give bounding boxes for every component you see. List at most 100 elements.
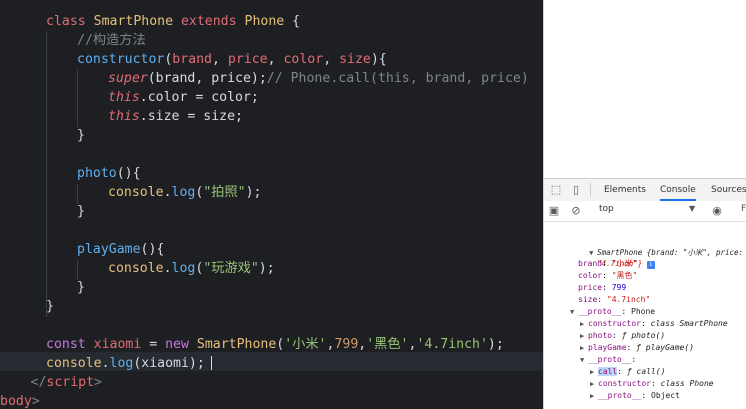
code-token: </ [30, 375, 47, 390]
caret-down-icon[interactable]: ▼ [570, 306, 578, 318]
code-line[interactable]: } [77, 126, 85, 145]
prop-proto[interactable]: ▼ __proto__: Phone [570, 306, 655, 318]
code-token: , [267, 52, 284, 67]
code-token: xiaomi [93, 337, 150, 352]
device-toolbar-icon[interactable]: ▯ [569, 183, 583, 197]
prop-key: __proto__ [578, 307, 622, 316]
live-expression-icon[interactable]: ◉ [710, 204, 724, 218]
code-token: SmartPhone [93, 14, 181, 29]
code-token: '小米' [284, 337, 327, 352]
tab-sources[interactable]: Sources [711, 179, 746, 201]
code-line[interactable]: photo(){ [77, 164, 141, 183]
prop-price: price: 799 [578, 283, 627, 292]
code-token: (){ [140, 242, 165, 257]
prop-constructor-phone[interactable]: ▶ constructor: class Phone [590, 378, 714, 390]
code-token: = [149, 337, 166, 352]
code-line[interactable]: console.log("玩游戏"); [108, 259, 275, 278]
code-line[interactable]: this.size = size; [108, 107, 243, 126]
code-token: const [46, 337, 94, 352]
code-token: photo [77, 166, 117, 181]
caret-right-icon[interactable]: ▶ [580, 330, 588, 342]
prop-key: constructor [588, 319, 641, 328]
caret-right-icon[interactable]: ▶ [590, 378, 598, 390]
code-token: > [94, 375, 102, 390]
prop-value: ƒ photo() [621, 331, 666, 340]
code-line[interactable]: console.log("拍照"); [108, 183, 261, 202]
prop-playgame[interactable]: ▶ playGame: ƒ playGame() [580, 342, 694, 354]
code-line[interactable]: } [77, 202, 85, 221]
code-token: body [0, 394, 32, 409]
code-token: { [292, 14, 301, 29]
code-token: (){ [116, 166, 141, 181]
code-token: console [108, 261, 164, 276]
code-line[interactable]: constructor(brand, price, color, size){ [77, 50, 387, 69]
code-token: } [77, 128, 85, 143]
prop-value: ƒ call() [626, 367, 666, 376]
console-sidebar-icon[interactable]: ▣ [547, 204, 561, 218]
code-token: playGame [77, 242, 141, 257]
code-line[interactable]: } [77, 278, 85, 297]
code-line[interactable]: super(brand, price);// Phone.call(this, … [108, 69, 529, 88]
code-token: super [108, 71, 148, 86]
indent-guide [77, 69, 78, 127]
prop-value: "黑色" [611, 271, 638, 280]
indent-guide [77, 184, 78, 204]
info-icon: i [646, 261, 655, 269]
code-line[interactable]: const xiaomi = new SmartPhone('小米',799,'… [46, 335, 504, 354]
code-token: } [77, 204, 85, 219]
prop-proto-nested[interactable]: ▼ __proto__: [580, 354, 636, 366]
prop-value: Object [651, 391, 680, 400]
code-token: // Phone.call(this, brand, price) [266, 71, 529, 86]
object-preview-cont: "4.7inch"} i [570, 246, 655, 269]
prop-value: ƒ playGame() [636, 343, 694, 352]
code-token: this [108, 90, 140, 105]
code-editor[interactable]: class SmartPhone extends Phone { //构造方法 co… [0, 0, 543, 409]
caret-right-icon[interactable]: ▶ [590, 366, 598, 378]
prop-value: "小米" [611, 259, 638, 268]
prop-call[interactable]: ▶ call: ƒ call() [590, 366, 665, 378]
context-selector[interactable]: top [599, 204, 614, 214]
code-line[interactable]: playGame(){ [77, 240, 164, 259]
prop-proto-object[interactable]: ▶ __proto__: Object [590, 390, 680, 402]
code-token: .color = color; [139, 90, 259, 105]
devtools-empty-area [544, 0, 746, 178]
code-token: constructor [77, 52, 165, 67]
code-line[interactable]: this.color = color; [108, 88, 259, 107]
code-token: log [109, 356, 134, 371]
inspect-icon[interactable]: ⬚ [549, 183, 563, 197]
text-cursor [210, 356, 212, 370]
prop-photo[interactable]: ▶ photo: ƒ photo() [580, 330, 665, 342]
code-token: //构造方法 [77, 33, 146, 48]
prop-key: playGame [588, 343, 627, 352]
code-line[interactable]: } [46, 297, 54, 316]
code-token: "拍照" [203, 185, 246, 200]
code-line[interactable]: body> [0, 392, 40, 409]
caret-down-icon[interactable]: ▼ [580, 354, 588, 366]
code-token: log [171, 185, 196, 200]
tab-console[interactable]: Console [660, 179, 696, 201]
chevron-down-icon[interactable]: ▼ [689, 204, 695, 213]
prop-key: brand [578, 259, 603, 268]
prop-key: size [578, 295, 598, 304]
code-token: extends [180, 14, 245, 29]
filter-input[interactable]: F [741, 204, 746, 214]
prop-constructor[interactable]: ▶ constructor: class SmartPhone [580, 318, 728, 330]
code-line[interactable]: //构造方法 [77, 31, 146, 50]
prop-key: color [578, 271, 603, 280]
tab-elements[interactable]: Elements [604, 179, 646, 201]
prop-value: class SmartPhone [650, 319, 728, 328]
code-line[interactable]: class SmartPhone extends Phone { [46, 12, 300, 31]
code-line[interactable]: </script> [31, 373, 102, 392]
prop-key: __proto__ [598, 391, 642, 400]
code-token: console [46, 356, 102, 371]
code-token: , [323, 52, 340, 67]
caret-right-icon[interactable]: ▶ [580, 342, 588, 354]
caret-right-icon[interactable]: ▶ [580, 318, 588, 330]
prop-value: 799 [611, 283, 627, 292]
clear-console-icon[interactable]: ⊘ [569, 204, 583, 218]
console-output[interactable]: ▼ SmartPhone {brand: "小米", price: 7 "4.7i… [544, 222, 746, 409]
code-token: ){ [370, 52, 387, 67]
code-line[interactable]: console.log(xiaomi); [46, 354, 212, 373]
caret-right-icon[interactable]: ▶ [590, 390, 598, 402]
code-token: log [171, 261, 196, 276]
